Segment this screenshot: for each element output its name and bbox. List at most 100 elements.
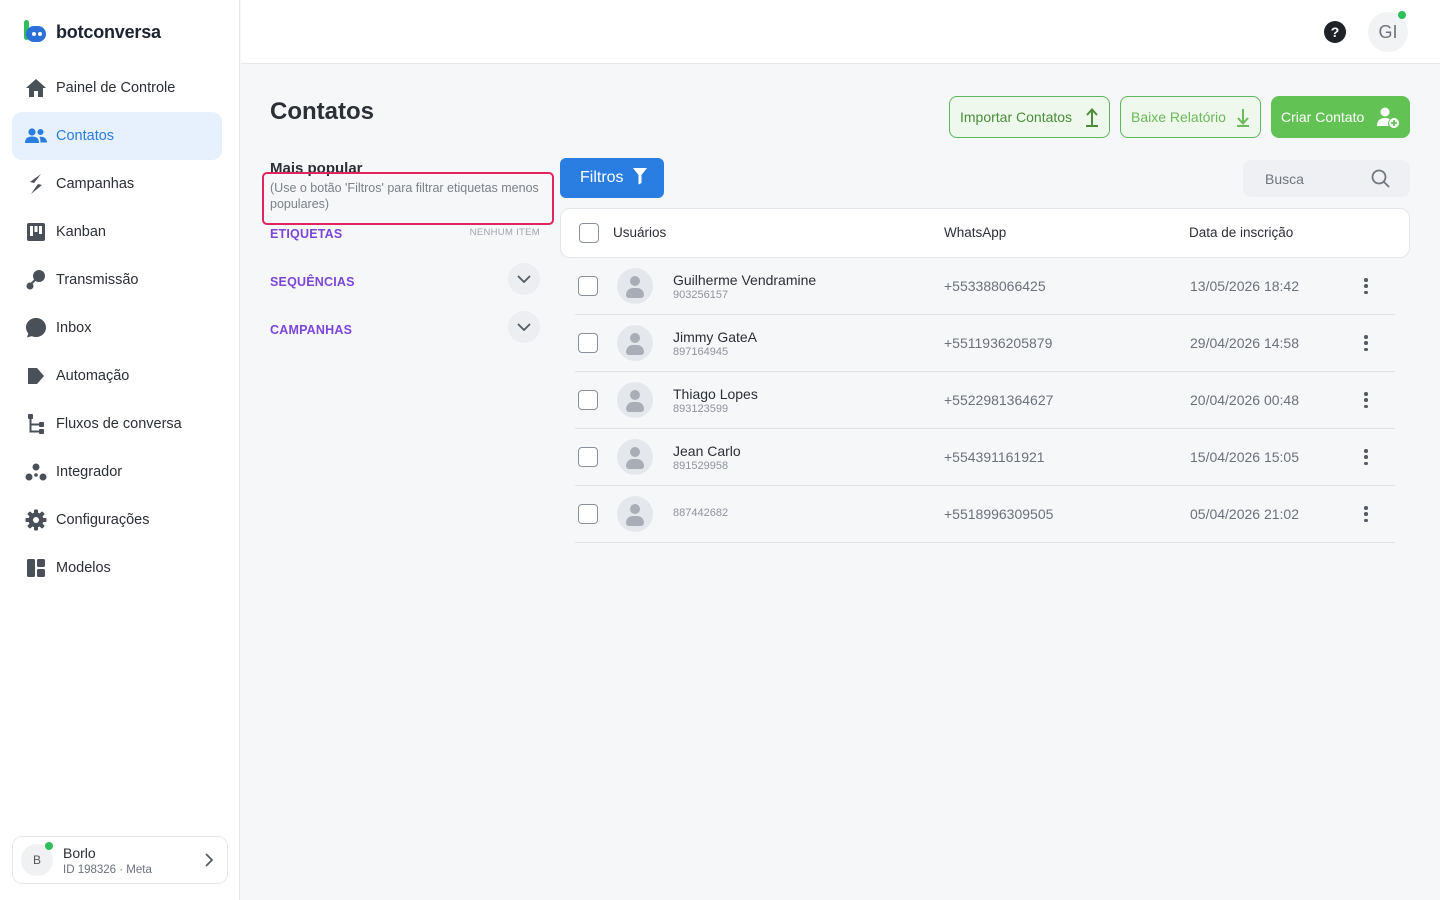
online-status-dot [1398, 11, 1406, 19]
table-row[interactable]: Jean Carlo 891529958 +554391161921 15/04… [575, 429, 1395, 486]
contact-id: 897164945 [673, 346, 729, 358]
sidebar-item-automacao[interactable]: Automação [12, 352, 222, 400]
sidebar-item-painel[interactable]: Painel de Controle [12, 64, 222, 112]
more-options-icon[interactable] [1361, 504, 1371, 524]
avatar-placeholder-icon [617, 325, 653, 361]
gear-icon [24, 508, 48, 532]
contact-id: 893123599 [673, 403, 729, 415]
avatar-placeholder-icon [617, 268, 653, 304]
filter-group-label: CAMPANHAS [270, 323, 353, 337]
highlight-box [262, 172, 554, 225]
search-icon[interactable] [1371, 169, 1390, 193]
account-avatar: B [21, 842, 53, 876]
contact-id: 891529958 [673, 460, 729, 472]
sidebar-item-label: Fluxos de conversa [56, 416, 182, 432]
sidebar-nav: Painel de Controle Contatos Campanhas Ka… [12, 64, 222, 592]
table-row[interactable]: Guilherme Vendramine 903256157 +55338806… [575, 258, 1395, 315]
chevron-right-icon [205, 853, 214, 872]
brand-name: botconversa [56, 21, 161, 42]
more-options-icon[interactable] [1361, 447, 1371, 467]
more-options-icon[interactable] [1361, 390, 1371, 410]
contact-whatsapp: +5518996309505 [944, 506, 1054, 522]
sidebar-item-inbox[interactable]: Inbox [12, 304, 222, 352]
search-box[interactable] [1243, 160, 1410, 197]
select-all-checkbox[interactable] [579, 223, 599, 243]
create-contact-button[interactable]: Criar Contato [1271, 96, 1410, 138]
search-input[interactable] [1265, 170, 1365, 187]
flow-icon [24, 412, 48, 436]
sidebar-item-label: Configurações [56, 512, 150, 528]
sidebar-item-integrador[interactable]: Integrador [12, 448, 222, 496]
contact-id: 903256157 [673, 289, 729, 301]
table-row[interactable]: Jimmy GateA 897164945 +5511936205879 29/… [575, 315, 1395, 372]
row-checkbox[interactable] [578, 333, 598, 353]
more-options-icon[interactable] [1361, 276, 1371, 296]
contact-whatsapp: +553388066425 [944, 278, 1046, 294]
row-checkbox[interactable] [578, 504, 598, 524]
sidebar-item-transmissao[interactable]: Transmissão [12, 256, 222, 304]
contact-name[interactable]: Jimmy GateA [673, 329, 757, 345]
chevron-down-icon[interactable] [508, 263, 540, 295]
add-user-icon [1376, 106, 1400, 128]
column-header-date[interactable]: Data de inscrição [1189, 225, 1293, 240]
account-subtitle: ID 198326 · Meta [63, 863, 152, 876]
sidebar-item-label: Inbox [56, 320, 92, 336]
filter-group-label: SEQUÊNCIAS [270, 275, 355, 289]
download-report-button[interactable]: Baixe Relatório [1120, 96, 1261, 138]
filters-button[interactable]: Filtros [560, 158, 664, 198]
sidebar-item-kanban[interactable]: Kanban [12, 208, 222, 256]
sidebar-item-label: Painel de Controle [56, 80, 176, 96]
sidebar-item-modelos[interactable]: Modelos [12, 544, 222, 592]
table-header: Usuários WhatsApp Data de inscrição [560, 208, 1410, 258]
brand[interactable]: botconversa [24, 20, 161, 44]
contact-date: 20/04/2026 00:48 [1190, 392, 1299, 408]
sidebar-item-campanhas[interactable]: Campanhas [12, 160, 222, 208]
avatar-placeholder-icon [617, 439, 653, 475]
contact-date: 13/05/2026 18:42 [1190, 278, 1299, 294]
contact-date: 15/04/2026 15:05 [1190, 449, 1299, 465]
column-header-users[interactable]: Usuários [613, 225, 666, 240]
sidebar-item-label: Transmissão [56, 272, 139, 288]
help-icon[interactable]: ? [1324, 21, 1346, 43]
table-row[interactable]: Thiago Lopes 893123599 +5522981364627 20… [575, 372, 1395, 429]
contact-whatsapp: +5511936205879 [944, 335, 1053, 351]
chat-bubble-icon [24, 316, 48, 340]
account-switcher[interactable]: B Borlo ID 198326 · Meta [12, 836, 228, 884]
contact-name[interactable]: Guilherme Vendramine [673, 272, 816, 288]
filter-group-etiquetas[interactable]: ETIQUETAS NENHUM ITEM [270, 225, 540, 243]
filter-group-campanhas[interactable]: CAMPANHAS [270, 311, 540, 343]
sidebar-item-label: Integrador [56, 464, 123, 480]
download-report-label: Baixe Relatório [1131, 109, 1226, 125]
row-checkbox[interactable] [578, 276, 598, 296]
sidebar-item-configuracoes[interactable]: Configurações [12, 496, 222, 544]
botconversa-logo-icon [24, 20, 48, 44]
table-row[interactable]: 887442682 +5518996309505 05/04/2026 21:0… [575, 486, 1395, 543]
filter-group-label: ETIQUETAS [270, 227, 343, 241]
online-status-dot [45, 842, 53, 850]
row-checkbox[interactable] [578, 447, 598, 467]
account-initial: B [32, 853, 41, 867]
contact-whatsapp: +554391161921 [944, 449, 1045, 465]
campaign-icon [24, 172, 48, 196]
contact-date: 29/04/2026 14:58 [1190, 335, 1299, 351]
sidebar: botconversa Painel de Controle Contatos … [0, 0, 240, 900]
account-name: Borlo [63, 844, 96, 861]
page-title: Contatos [270, 98, 374, 125]
sidebar-item-fluxos[interactable]: Fluxos de conversa [12, 400, 222, 448]
filter-group-sequencias[interactable]: SEQUÊNCIAS [270, 263, 540, 295]
broadcast-icon [24, 268, 48, 292]
more-options-icon[interactable] [1361, 333, 1371, 353]
create-contact-label: Criar Contato [1281, 109, 1365, 125]
sidebar-item-label: Kanban [56, 224, 106, 240]
upload-arrow-icon [1085, 107, 1099, 127]
row-checkbox[interactable] [578, 390, 598, 410]
import-contacts-label: Importar Contatos [960, 109, 1073, 125]
download-arrow-icon [1236, 107, 1250, 127]
sidebar-item-contatos[interactable]: Contatos [12, 112, 222, 160]
chevron-down-icon[interactable] [508, 311, 540, 343]
contact-name[interactable]: Jean Carlo [673, 443, 741, 459]
import-contacts-button[interactable]: Importar Contatos [949, 96, 1110, 138]
contact-name[interactable]: Thiago Lopes [673, 386, 758, 402]
column-header-whatsapp[interactable]: WhatsApp [944, 225, 1006, 240]
sidebar-item-label: Modelos [56, 560, 111, 576]
